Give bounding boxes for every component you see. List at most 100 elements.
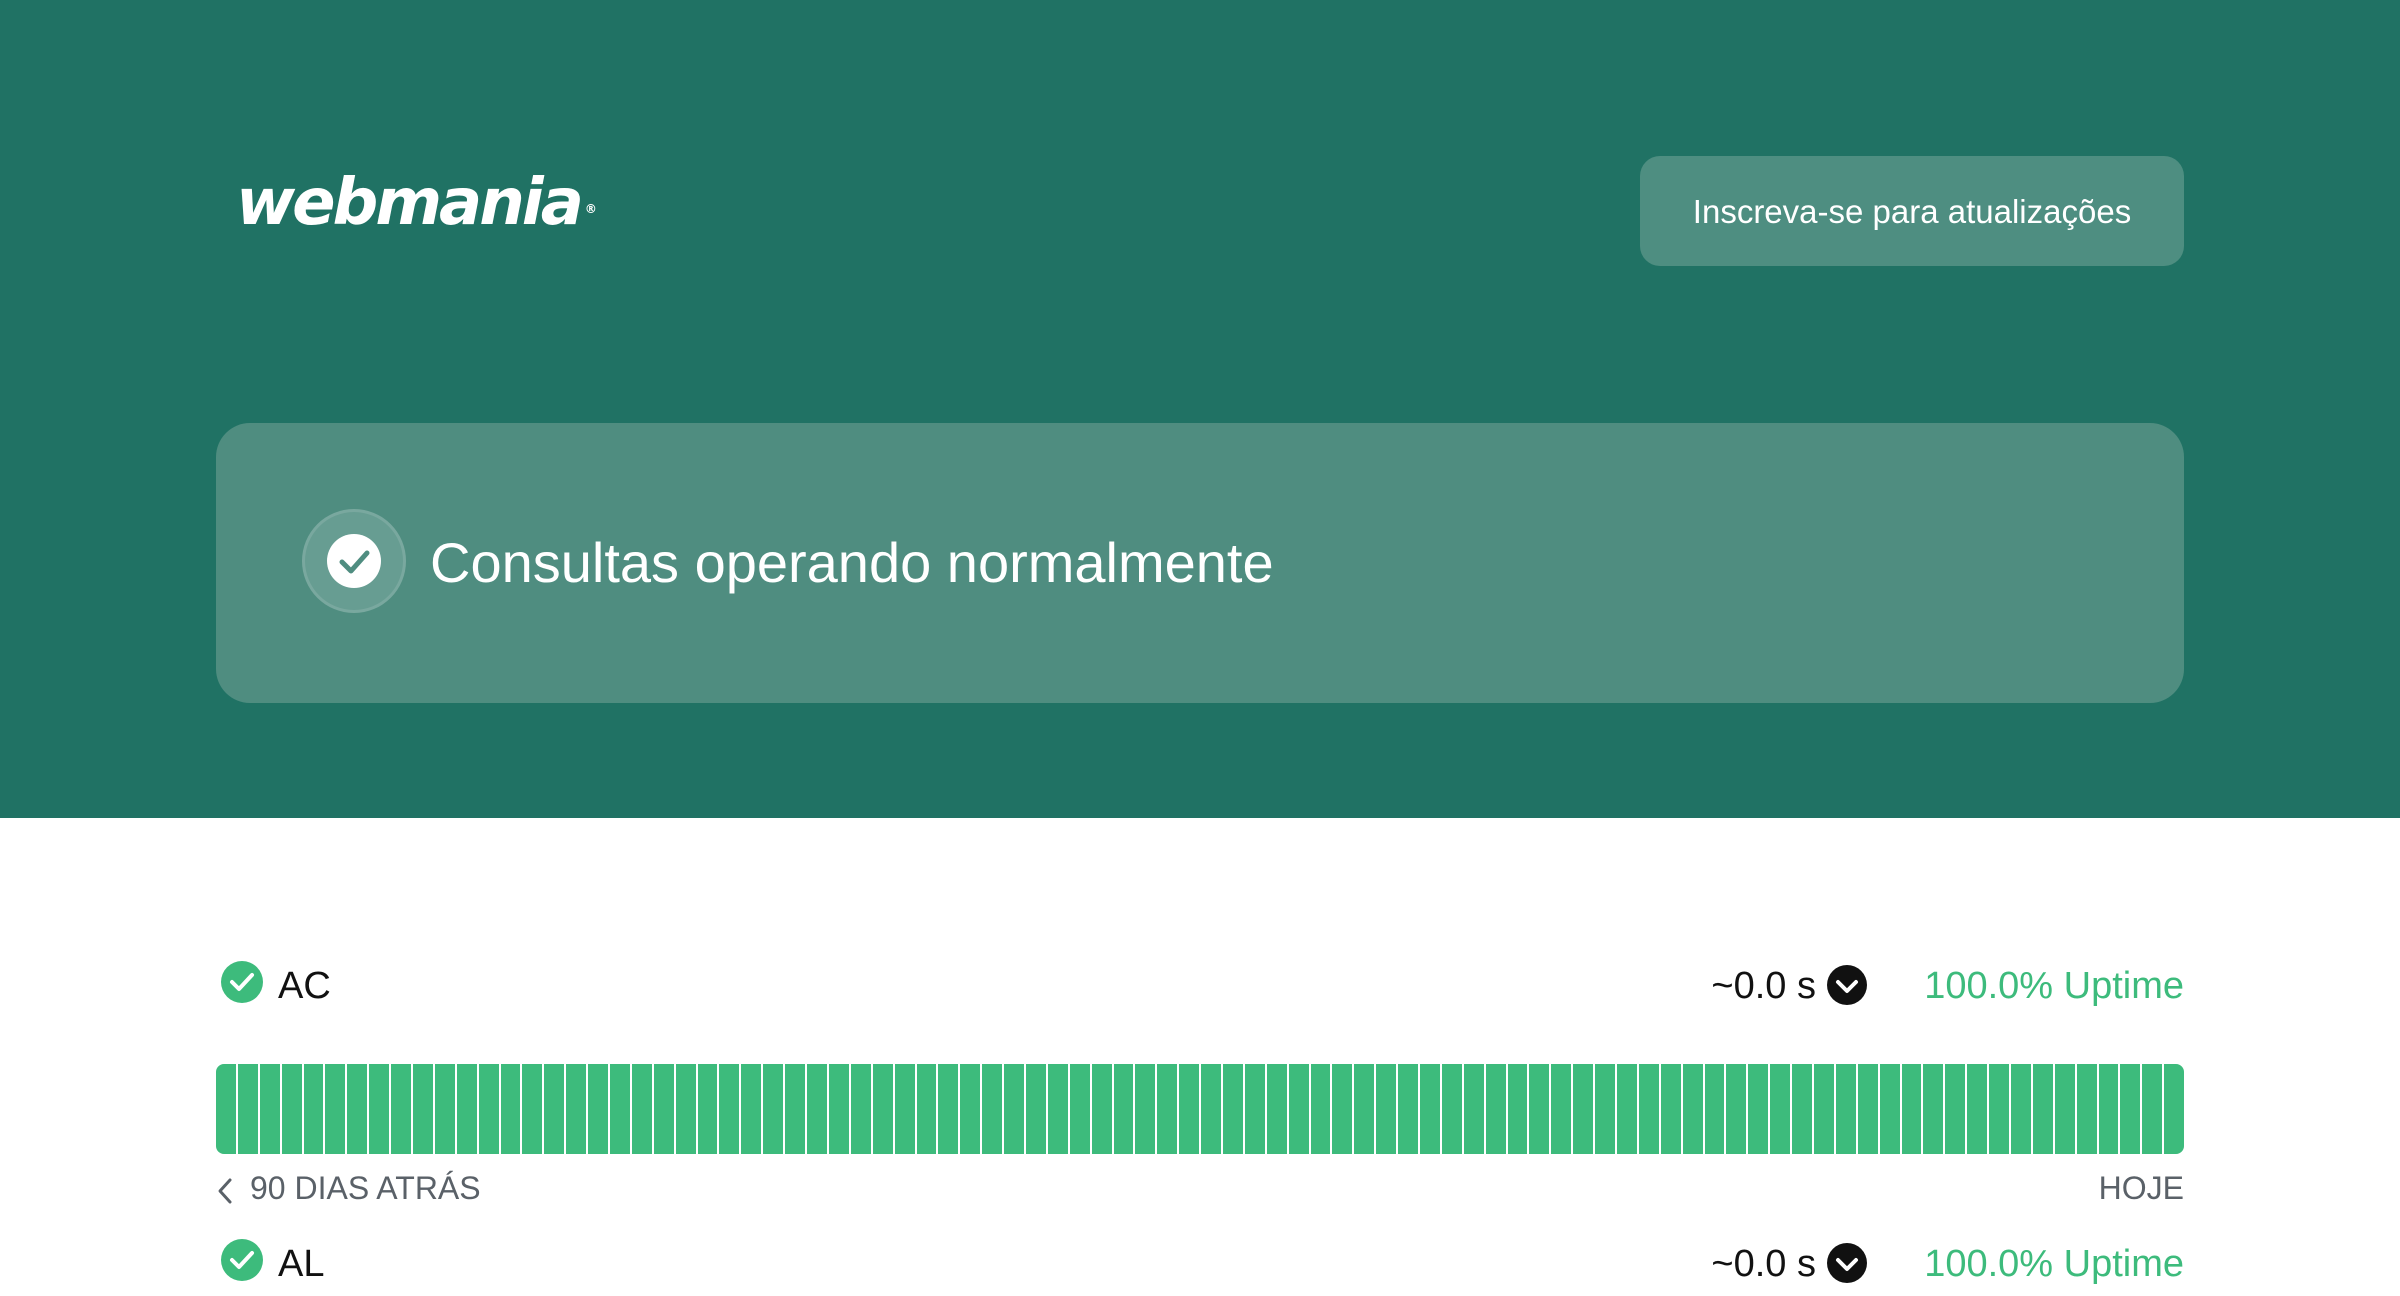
uptime-day[interactable] [281,1064,304,1154]
uptime-day[interactable] [237,1064,260,1154]
uptime-day[interactable] [1726,1064,1749,1154]
uptime-day[interactable] [259,1064,282,1154]
subscribe-button[interactable]: Inscreva-se para atualizações [1640,156,2184,266]
uptime-day[interactable] [1288,1064,1311,1154]
uptime-day[interactable] [1792,1064,1815,1154]
uptime-day[interactable] [2142,1064,2165,1154]
uptime-day[interactable] [1047,1064,1070,1154]
uptime-day[interactable] [369,1064,392,1154]
uptime-day[interactable] [2032,1064,2055,1154]
uptime-day[interactable] [1879,1064,1902,1154]
uptime-day[interactable] [719,1064,742,1154]
uptime-range: 90 DIAS ATRÁS HOJE [216,1166,2184,1210]
uptime-day[interactable] [2076,1064,2099,1154]
uptime-day[interactable] [675,1064,698,1154]
uptime-day[interactable] [1376,1064,1399,1154]
uptime-day[interactable] [1135,1064,1158,1154]
uptime-day[interactable] [1266,1064,1289,1154]
uptime-day[interactable] [1069,1064,1092,1154]
uptime-day[interactable] [522,1064,545,1154]
uptime-day[interactable] [697,1064,720,1154]
uptime-day[interactable] [347,1064,370,1154]
uptime-day[interactable] [2011,1064,2033,1154]
uptime-day[interactable] [413,1064,435,1154]
uptime-day[interactable] [1441,1064,1464,1154]
uptime-day[interactable] [1857,1064,1880,1154]
uptime-day[interactable] [1222,1064,1245,1154]
uptime-day[interactable] [2054,1064,2077,1154]
uptime-day[interactable] [1354,1064,1377,1154]
uptime-day[interactable] [1025,1064,1048,1154]
uptime-day[interactable] [1835,1064,1858,1154]
uptime-day[interactable] [1660,1064,1683,1154]
uptime-day[interactable] [2098,1064,2121,1154]
range-end-label: HOJE [2098,1170,2184,1206]
uptime-day[interactable] [588,1064,611,1154]
uptime-day[interactable] [1682,1064,1705,1154]
uptime-day[interactable] [1923,1064,1946,1154]
uptime-day[interactable] [1595,1064,1617,1154]
uptime-day[interactable] [850,1064,873,1154]
uptime-day[interactable] [456,1064,479,1154]
uptime-day[interactable] [807,1064,829,1154]
uptime-day[interactable] [1463,1064,1486,1154]
uptime-day[interactable] [1004,1064,1026,1154]
uptime-day[interactable] [391,1064,414,1154]
uptime-day[interactable] [982,1064,1005,1154]
uptime-day[interactable] [303,1064,326,1154]
uptime-day[interactable] [1901,1064,1924,1154]
uptime-day[interactable] [1398,1064,1420,1154]
uptime-day[interactable] [544,1064,567,1154]
uptime-day[interactable] [1967,1064,1990,1154]
logo-text: webmania [236,166,584,240]
range-start[interactable]: 90 DIAS ATRÁS [216,1166,481,1210]
uptime-day[interactable] [763,1064,786,1154]
uptime-day[interactable] [1573,1064,1596,1154]
uptime-day[interactable] [1704,1064,1727,1154]
uptime-day[interactable] [894,1064,917,1154]
uptime-day[interactable] [1201,1064,1223,1154]
chevron-down-icon[interactable] [1826,1242,1868,1289]
uptime-day[interactable] [631,1064,654,1154]
webmania-logo[interactable]: webmania ® [236,166,597,240]
uptime-day[interactable] [1529,1064,1552,1154]
uptime-day[interactable] [1113,1064,1136,1154]
uptime-day[interactable] [916,1064,939,1154]
uptime-day[interactable] [2164,1064,2184,1154]
uptime-day[interactable] [1244,1064,1267,1154]
uptime-day[interactable] [1179,1064,1202,1154]
chevron-left-icon [218,1178,232,1204]
check-circle-icon [220,960,264,1009]
uptime-day[interactable] [610,1064,632,1154]
uptime-day[interactable] [828,1064,851,1154]
uptime-day[interactable] [1617,1064,1639,1154]
uptime-day[interactable] [1945,1064,1968,1154]
uptime-day[interactable] [938,1064,961,1154]
uptime-day[interactable] [1551,1064,1574,1154]
uptime-day[interactable] [653,1064,676,1154]
uptime-day[interactable] [1485,1064,1508,1154]
chevron-down-icon[interactable] [1826,964,1868,1011]
uptime-day[interactable] [1989,1064,2012,1154]
uptime-day[interactable] [1419,1064,1442,1154]
uptime-day[interactable] [1310,1064,1333,1154]
uptime-day[interactable] [785,1064,808,1154]
uptime-day[interactable] [2120,1064,2143,1154]
uptime-day[interactable] [872,1064,895,1154]
uptime-day[interactable] [325,1064,348,1154]
uptime-day[interactable] [1332,1064,1355,1154]
uptime-day[interactable] [434,1064,457,1154]
uptime-day[interactable] [1091,1064,1114,1154]
uptime-day[interactable] [1770,1064,1793,1154]
uptime-day[interactable] [1748,1064,1771,1154]
uptime-day[interactable] [566,1064,589,1154]
uptime-day[interactable] [1157,1064,1180,1154]
uptime-day[interactable] [1638,1064,1661,1154]
uptime-day[interactable] [1507,1064,1530,1154]
uptime-day[interactable] [216,1064,238,1154]
uptime-day[interactable] [478,1064,501,1154]
uptime-day[interactable] [500,1064,523,1154]
uptime-day[interactable] [1814,1064,1836,1154]
uptime-day[interactable] [741,1064,764,1154]
uptime-day[interactable] [960,1064,983,1154]
